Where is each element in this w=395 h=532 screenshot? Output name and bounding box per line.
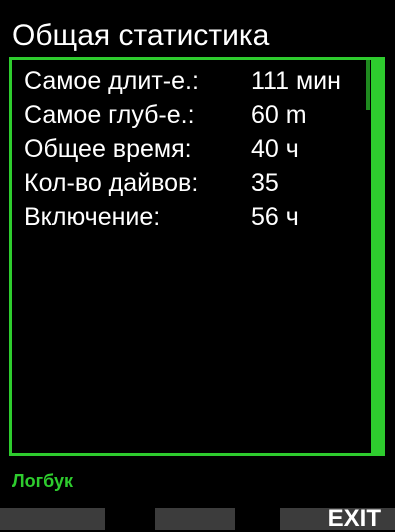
exit-button[interactable]: EXIT (280, 507, 395, 531)
stat-label: Самое длит-е.: (24, 67, 199, 95)
middle-softkey-button[interactable] (155, 508, 235, 530)
stat-row-total-time: Общее время: 40 ч (24, 132, 368, 166)
scrollbar[interactable] (366, 60, 382, 453)
statistics-list: Самое длит-е.: 111 мин Самое глуб-е.: 60… (24, 64, 368, 234)
stat-label: Самое глуб-е.: (24, 101, 195, 129)
statistics-panel: Самое длит-е.: 111 мин Самое глуб-е.: 60… (9, 57, 385, 456)
stat-value: 111 мин (251, 67, 341, 95)
stat-value: 56 ч (251, 203, 299, 231)
context-label-logbook: Логбук (12, 471, 74, 491)
stat-label: Общее время: (24, 135, 192, 163)
page-title: Общая статистика (12, 19, 270, 52)
stat-value: 40 ч (251, 135, 299, 163)
stat-row-dive-count: Кол-во дайвов: 35 (24, 166, 368, 200)
stat-label: Включение: (24, 203, 161, 231)
stat-value: 60 m (251, 101, 307, 129)
stat-row-longest-dive: Самое длит-е.: 111 мин (24, 64, 368, 98)
stat-row-deepest-dive: Самое глуб-е.: 60 m (24, 98, 368, 132)
left-softkey-button[interactable] (0, 508, 105, 530)
stat-row-power-on: Включение: 56 ч (24, 200, 368, 234)
stat-label: Кол-во дайвов: (24, 169, 199, 197)
stat-value: 35 (251, 169, 279, 197)
scrollbar-thumb[interactable] (366, 60, 370, 110)
